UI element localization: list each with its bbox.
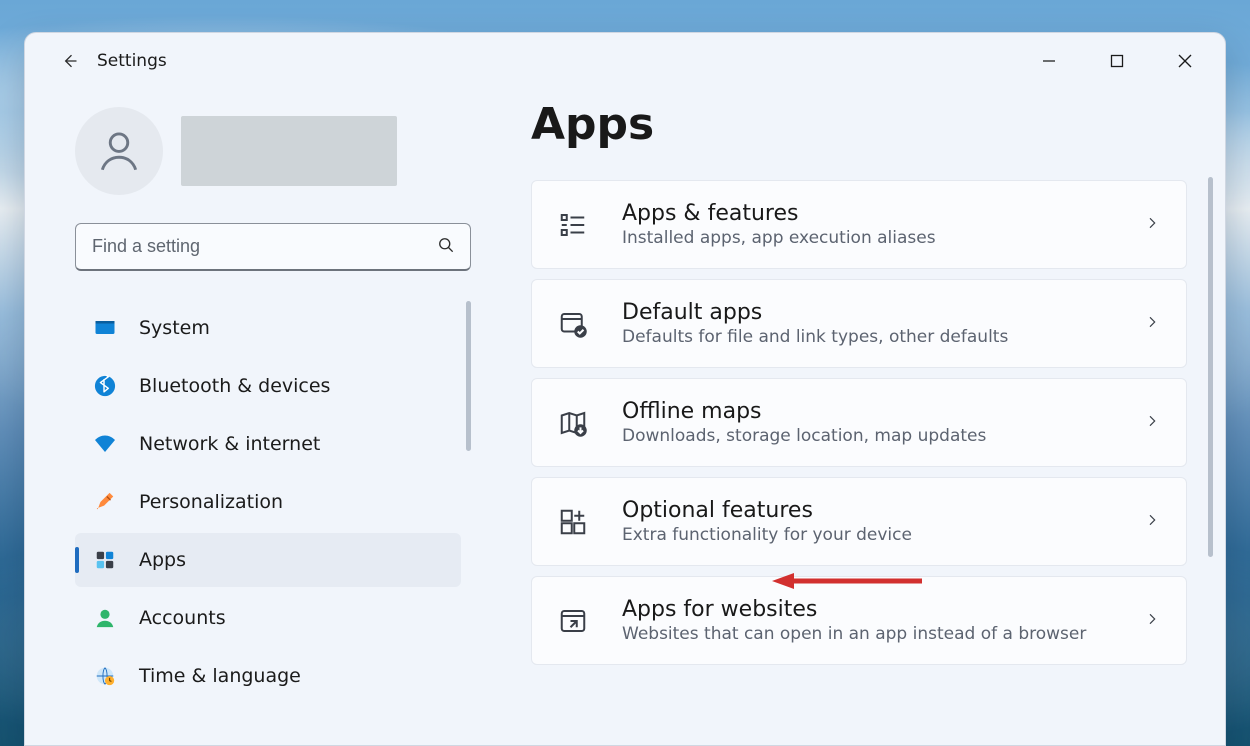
sidebar-item-label: Network & internet (139, 433, 320, 455)
sidebar-item-label: Time & language (139, 665, 301, 687)
chevron-right-icon (1144, 611, 1160, 631)
card-subtitle: Defaults for file and link types, other … (622, 327, 1110, 347)
sidebar-nav: System Bluetooth & devices Network & int… (75, 301, 471, 707)
search-icon (436, 235, 456, 259)
maximize-button[interactable] (1083, 33, 1151, 89)
monitor-icon (93, 316, 117, 340)
card-title: Offline maps (622, 399, 1110, 424)
window-check-icon (558, 309, 588, 339)
minimize-icon (1042, 54, 1056, 68)
window-link-icon (558, 606, 588, 636)
bluetooth-icon (93, 374, 117, 398)
profile-name-redacted (181, 116, 397, 186)
sidebar-item-label: Accounts (139, 607, 226, 629)
list-icon (558, 210, 588, 240)
sidebar-item-accounts[interactable]: Accounts (75, 591, 461, 645)
back-button[interactable] (49, 41, 89, 81)
sidebar-item-personalization[interactable]: Personalization (75, 475, 461, 529)
sidebar-scrollbar[interactable] (466, 301, 471, 451)
sidebar-item-apps[interactable]: Apps (75, 533, 461, 587)
card-offline-maps[interactable]: Offline maps Downloads, storage location… (531, 378, 1187, 467)
sidebar-item-time[interactable]: Time & language (75, 649, 461, 703)
titlebar: Settings (25, 33, 1225, 89)
card-title: Apps & features (622, 201, 1110, 226)
chevron-right-icon (1144, 413, 1160, 433)
card-optional-features[interactable]: Optional features Extra functionality fo… (531, 477, 1187, 566)
person-icon (94, 126, 144, 176)
sidebar-item-network[interactable]: Network & internet (75, 417, 461, 471)
page-title: Apps (531, 99, 1187, 150)
sidebar-item-label: Apps (139, 549, 186, 571)
sidebar: System Bluetooth & devices Network & int… (25, 89, 495, 745)
paintbrush-icon (93, 490, 117, 514)
map-download-icon (558, 408, 588, 438)
sidebar-item-label: Personalization (139, 491, 283, 513)
wifi-icon (93, 432, 117, 456)
clock-globe-icon (93, 664, 117, 688)
card-apps-for-websites[interactable]: Apps for websites Websites that can open… (531, 576, 1187, 665)
main-content: Apps Apps & features Installed apps, app… (495, 89, 1225, 745)
minimize-button[interactable] (1015, 33, 1083, 89)
desktop-wallpaper: Settings (0, 0, 1250, 746)
card-subtitle: Installed apps, app execution aliases (622, 228, 1110, 248)
sidebar-item-label: System (139, 317, 210, 339)
chevron-right-icon (1144, 215, 1160, 235)
card-subtitle: Websites that can open in an app instead… (622, 624, 1110, 644)
settings-window: Settings (24, 32, 1226, 746)
grid-plus-icon (558, 507, 588, 537)
close-button[interactable] (1151, 33, 1219, 89)
chevron-right-icon (1144, 314, 1160, 334)
window-title: Settings (97, 51, 167, 71)
card-subtitle: Downloads, storage location, map updates (622, 426, 1110, 446)
content-scrollbar[interactable] (1208, 177, 1213, 557)
profile-block[interactable] (75, 107, 471, 195)
card-title: Optional features (622, 498, 1110, 523)
card-subtitle: Extra functionality for your device (622, 525, 1110, 545)
avatar (75, 107, 163, 195)
card-title: Default apps (622, 300, 1110, 325)
sidebar-item-system[interactable]: System (75, 301, 461, 355)
search-box[interactable] (75, 223, 471, 271)
card-default-apps[interactable]: Default apps Defaults for file and link … (531, 279, 1187, 368)
account-icon (93, 606, 117, 630)
card-title: Apps for websites (622, 597, 1110, 622)
card-apps-features[interactable]: Apps & features Installed apps, app exec… (531, 180, 1187, 269)
maximize-icon (1110, 54, 1124, 68)
sidebar-item-bluetooth[interactable]: Bluetooth & devices (75, 359, 461, 413)
apps-grid-icon (93, 548, 117, 572)
chevron-right-icon (1144, 512, 1160, 532)
search-input[interactable] (92, 236, 436, 257)
arrow-left-icon (59, 51, 79, 71)
sidebar-item-label: Bluetooth & devices (139, 375, 330, 397)
close-icon (1178, 54, 1192, 68)
